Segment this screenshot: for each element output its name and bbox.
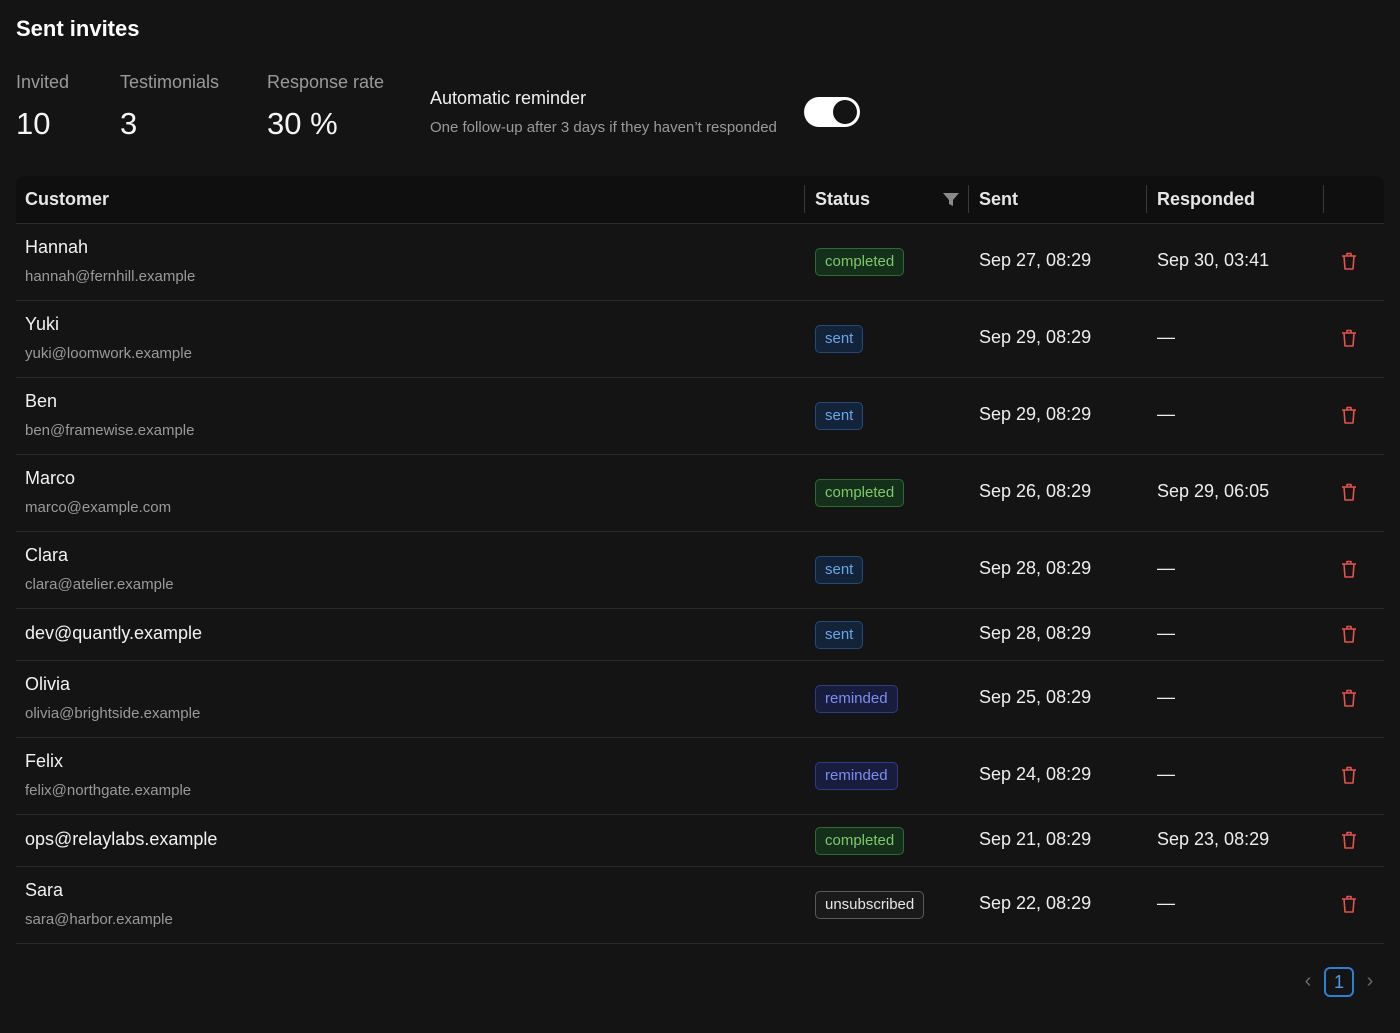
sent-date: Sep 29, 08:29 [979,327,1092,347]
customer-email: olivia@brightside.example [25,705,201,722]
customer-name: Felix [25,751,64,771]
sent-date: Sep 28, 08:29 [979,623,1092,643]
customer-name: Olivia [25,674,71,694]
customer-name: Ben [25,391,58,411]
column-divider [1323,185,1324,213]
trash-icon[interactable] [1341,252,1357,270]
table-row: ops@relaylabs.example completed Sep 21, … [16,815,1384,867]
responded-date: — [1157,623,1175,643]
table-row: Ben ben@framewise.example sent Sep 29, 0… [16,378,1384,455]
stat-testimonials: Testimonials 3 [120,72,219,142]
responded-date: — [1157,893,1175,913]
stat-label: Invited [16,72,70,92]
sent-date: Sep 28, 08:29 [979,558,1092,578]
toggle-knob [833,100,857,124]
status-badge: reminded [815,685,898,713]
responded-date: — [1157,558,1175,578]
status-badge: completed [815,248,905,276]
status-badge: reminded [815,762,898,790]
column-header-customer[interactable]: Customer [25,176,109,224]
chevron-right-icon[interactable]: › [1364,970,1376,992]
table-row: dev@quantly.example sent Sep 28, 08:29 — [16,609,1384,661]
invites-table: Customer Status Sent Responded Hannah ha… [16,176,1384,944]
table-row: Felix felix@northgate.example reminded S… [16,738,1384,815]
customer-email: ops@relaylabs.example [25,829,218,849]
sent-date: Sep 21, 08:29 [979,829,1092,849]
trash-icon[interactable] [1341,483,1357,501]
customer-name: Yuki [25,314,60,334]
responded-date: Sep 23, 08:29 [1157,829,1270,849]
trash-icon[interactable] [1341,329,1357,347]
trash-icon[interactable] [1341,560,1357,578]
customer-name: Sara [25,880,64,900]
trash-icon[interactable] [1341,831,1357,849]
table-row: Clara clara@atelier.example sent Sep 28,… [16,532,1384,609]
column-header-status[interactable]: Status [815,176,870,224]
table-row: Yuki yuki@loomwork.example sent Sep 29, … [16,301,1384,378]
sent-date: Sep 27, 08:29 [979,250,1092,270]
chevron-left-icon[interactable]: ‹ [1302,970,1314,992]
table-row: Olivia olivia@brightside.example reminde… [16,661,1384,738]
page-title: Sent invites [16,16,140,41]
customer-name: Clara [25,545,69,565]
customer-email: marco@example.com [25,499,172,516]
responded-date: — [1157,764,1175,784]
stat-value: 3 [120,106,138,141]
column-header-sent[interactable]: Sent [979,176,1018,224]
stat-value: 30 % [267,106,338,141]
status-badge: unsubscribed [815,891,925,919]
responded-date: — [1157,687,1175,707]
sent-invites-page: Sent invites Invited 10 Testimonials 3 R… [0,0,1400,1033]
customer-email: clara@atelier.example [25,576,174,593]
table-row: Hannah hannah@fernhill.example completed… [16,224,1384,301]
trash-icon[interactable] [1341,766,1357,784]
sent-date: Sep 26, 08:29 [979,481,1092,501]
reminder-title: Automatic reminder [430,88,587,108]
status-badge: completed [815,827,905,855]
status-badge: completed [815,479,905,507]
column-header-responded[interactable]: Responded [1157,176,1255,224]
stat-label: Testimonials [120,72,220,92]
stat-invited: Invited 10 [16,72,69,142]
trash-icon[interactable] [1341,625,1357,643]
customer-email: ben@framewise.example [25,422,195,439]
stat-value: 10 [16,106,51,141]
responded-date: — [1157,327,1175,347]
column-divider [804,185,805,213]
customer-email: felix@northgate.example [25,782,192,799]
stat-label: Response rate [267,72,385,92]
sent-date: Sep 29, 08:29 [979,404,1092,424]
status-badge: sent [815,621,864,649]
table-row: Marco marco@example.com completed Sep 26… [16,455,1384,532]
customer-email: hannah@fernhill.example [25,268,196,285]
filter-icon[interactable] [943,193,959,207]
reminder-description: One follow-up after 3 days if they haven… [430,119,777,136]
column-divider [968,185,969,213]
trash-icon[interactable] [1341,895,1357,913]
reminder-toggle[interactable] [804,97,860,127]
sent-date: Sep 24, 08:29 [979,764,1092,784]
customer-email: dev@quantly.example [25,623,203,643]
customer-name: Marco [25,468,76,488]
automatic-reminder: Automatic reminder One follow-up after 3… [430,88,777,136]
responded-date: Sep 29, 06:05 [1157,481,1270,501]
status-badge: sent [815,556,864,584]
stat-response-rate: Response rate 30 % [267,72,384,142]
table-header: Customer Status Sent Responded [16,176,1384,224]
status-badge: sent [815,325,864,353]
pagination-page-button[interactable]: 1 [1324,967,1354,997]
trash-icon[interactable] [1341,406,1357,424]
trash-icon[interactable] [1341,689,1357,707]
customer-email: sara@harbor.example [25,911,173,928]
column-divider [1146,185,1147,213]
customer-email: yuki@loomwork.example [25,345,192,362]
responded-date: Sep 30, 03:41 [1157,250,1270,270]
customer-name: Hannah [25,237,89,257]
sent-date: Sep 25, 08:29 [979,687,1092,707]
status-badge: sent [815,402,864,430]
table-row: Sara sara@harbor.example unsubscribed Se… [16,867,1384,944]
sent-date: Sep 22, 08:29 [979,893,1092,913]
responded-date: — [1157,404,1175,424]
